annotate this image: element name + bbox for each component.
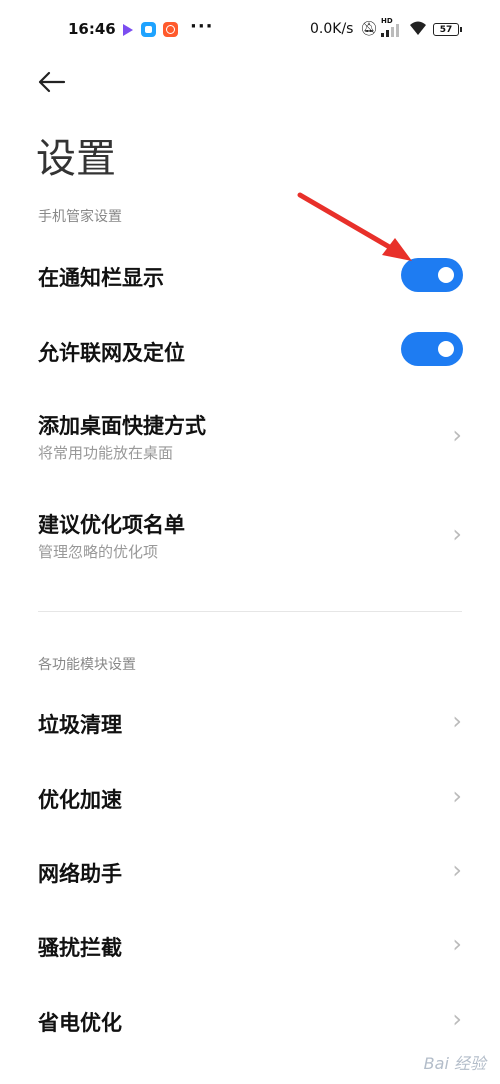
network-speed: 0.0K/s <box>310 21 354 37</box>
chevron-right-icon: › <box>452 1005 462 1033</box>
more-notifications-icon: ··· <box>190 16 214 37</box>
chevron-right-icon: › <box>452 782 462 810</box>
section-divider <box>38 611 462 612</box>
battery-icon: 57 <box>433 23 462 36</box>
video-app-icon <box>120 22 135 37</box>
shopping-app-icon <box>163 22 178 37</box>
signal-icon <box>381 23 401 37</box>
setting-title: 允许联网及定位 <box>38 341 185 365</box>
back-arrow-icon[interactable] <box>36 64 66 109</box>
setting-title: 优化加速 <box>38 788 122 812</box>
setting-title: 在通知栏显示 <box>38 266 164 290</box>
setting-title: 垃圾清理 <box>38 713 122 737</box>
notification-bar-toggle[interactable] <box>401 258 463 292</box>
setting-subtitle: 将常用功能放在桌面 <box>38 444 174 462</box>
setting-subtitle: 管理忽略的优化项 <box>38 543 159 561</box>
chevron-right-icon: › <box>452 930 462 958</box>
section-label-modules: 各功能模块设置 <box>38 657 136 673</box>
network-location-toggle[interactable] <box>401 332 463 366</box>
watermark-logo: Bai 经验 <box>423 1054 486 1073</box>
status-time: 16:46 <box>68 20 116 38</box>
page-title: 设置 <box>36 136 116 182</box>
toggle-knob <box>438 341 454 357</box>
message-app-icon <box>141 22 156 37</box>
chevron-right-icon: › <box>452 421 462 449</box>
chevron-right-icon: › <box>452 520 462 548</box>
bell-muted-icon: 🔕︎ <box>360 21 378 37</box>
chevron-right-icon: › <box>452 707 462 735</box>
setting-title: 省电优化 <box>38 1011 122 1035</box>
section-label-phone-manager: 手机管家设置 <box>38 209 122 225</box>
setting-title: 网络助手 <box>38 862 122 886</box>
wifi-icon <box>408 20 428 40</box>
status-bar: 16:46 ··· 0.0K/s 🔕︎ HD 57 <box>0 0 500 62</box>
chevron-right-icon: › <box>452 856 462 884</box>
setting-title: 添加桌面快捷方式 <box>38 414 206 438</box>
setting-title: 建议优化项名单 <box>38 513 185 537</box>
setting-title: 骚扰拦截 <box>38 936 122 960</box>
toggle-knob <box>438 267 454 283</box>
